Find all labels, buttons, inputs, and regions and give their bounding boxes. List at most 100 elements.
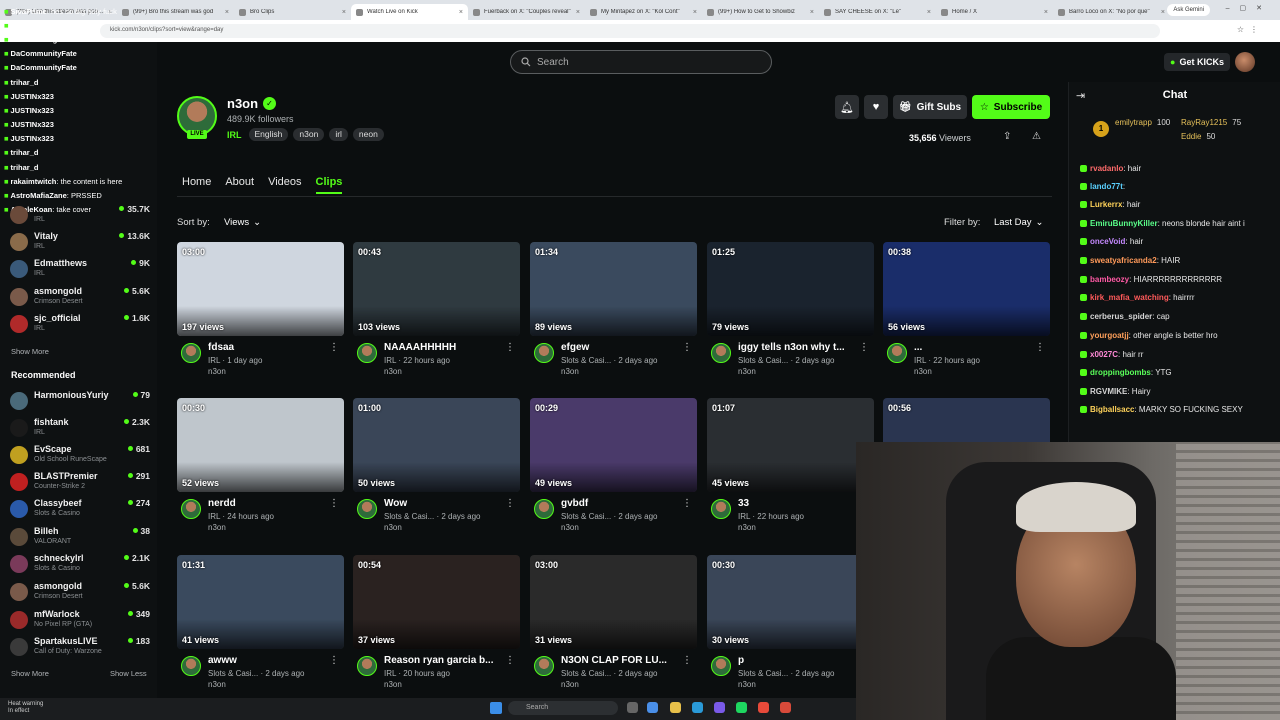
clip-card[interactable]: 01:34 89 views efgew Slots & Casi... · 2 da… bbox=[530, 242, 697, 392]
browser-toolbar-icons[interactable]: ☆⋮ bbox=[1237, 25, 1264, 34]
clip-card[interactable]: 00:43 103 views NAAAAHHHHH IRL · 22 hours a… bbox=[353, 242, 520, 392]
chat-username[interactable]: x0027C bbox=[1090, 350, 1118, 359]
tab-about[interactable]: About bbox=[225, 176, 254, 188]
close-tab-icon[interactable]: × bbox=[342, 9, 346, 16]
get-kicks-button[interactable]: ● Get KICKs bbox=[1164, 53, 1230, 71]
clip-thumbnail[interactable]: 00:54 37 views bbox=[353, 555, 520, 649]
gift-subs-button[interactable]: 🎁︎ Gift Subs bbox=[893, 95, 967, 119]
clip-channel-avatar[interactable] bbox=[357, 343, 377, 363]
clip-channel-name[interactable]: n3on bbox=[738, 523, 756, 532]
sidebar-channel-item[interactable]: SpartakusLIVE Call of Duty: Warzone 183 bbox=[10, 636, 152, 662]
sidebar-channel-item[interactable]: Edmatthews IRL 9K bbox=[10, 258, 152, 284]
subscribe-button[interactable]: ☆ Subscribe bbox=[972, 95, 1050, 119]
clip-thumbnail[interactable]: 01:34 89 views bbox=[530, 242, 697, 336]
clip-card[interactable]: 00:30 30 views p Slots & Casi... · 2 days a… bbox=[707, 555, 874, 705]
chat-username[interactable]: sweatyafricanda2 bbox=[1090, 256, 1157, 265]
clip-title[interactable]: gvbdf bbox=[561, 498, 679, 509]
taskbar-search[interactable]: Search bbox=[508, 701, 618, 715]
more-options-icon[interactable]: ⋮ bbox=[682, 498, 692, 509]
clip-thumbnail[interactable]: 00:43 103 views bbox=[353, 242, 520, 336]
clip-channel-avatar[interactable] bbox=[534, 656, 554, 676]
clip-card[interactable]: 01:0745 views33IRL · 22 hours agon3on⋮ bbox=[707, 398, 874, 548]
clip-thumbnail[interactable]: 01:07 45 views bbox=[707, 398, 874, 492]
more-options-icon[interactable]: ⋮ bbox=[505, 655, 515, 666]
sidebar-channel-item[interactable]: asmongold Crimson Desert 5.6K bbox=[10, 286, 152, 312]
clip-title[interactable]: Wow bbox=[384, 498, 502, 509]
clip-title[interactable]: 33 bbox=[738, 498, 856, 509]
chat-username[interactable]: RGVMIKE bbox=[1090, 387, 1127, 396]
clip-channel-avatar[interactable] bbox=[711, 656, 731, 676]
show-more-recommended-link[interactable]: Show More bbox=[11, 669, 49, 678]
clip-channel-name[interactable]: n3on bbox=[384, 680, 402, 689]
more-options-icon[interactable]: ⋮ bbox=[505, 498, 515, 509]
more-options-icon[interactable]: ⋮ bbox=[1035, 342, 1045, 353]
chat-username[interactable]: Bigballsacc bbox=[1090, 405, 1134, 414]
notification-bell-button[interactable]: 🔔︎ bbox=[835, 95, 859, 119]
window-controls[interactable]: –▢✕ bbox=[1226, 4, 1272, 12]
browser-tab[interactable]: Bro Clips × bbox=[234, 4, 351, 20]
clip-channel-name[interactable]: n3on bbox=[561, 680, 579, 689]
more-options-icon[interactable]: ⋮ bbox=[329, 498, 339, 509]
share-icon[interactable]: ⇪ bbox=[1003, 131, 1011, 142]
tag-pill[interactable]: neon bbox=[352, 128, 384, 141]
sidebar-channel-item[interactable]: Classybeef Slots & Casino 274 bbox=[10, 498, 152, 524]
clip-title[interactable]: awww bbox=[208, 655, 326, 666]
url-field[interactable]: kick.com/n3on/clips?sort=view&range=day bbox=[100, 24, 1160, 38]
more-options-icon[interactable]: ⋮ bbox=[859, 342, 869, 353]
chat-username[interactable]: onceVoid bbox=[1090, 237, 1125, 246]
clip-thumbnail[interactable]: 00:30 52 views bbox=[177, 398, 344, 492]
close-tab-icon[interactable]: × bbox=[693, 9, 697, 16]
task-view-icon[interactable] bbox=[627, 702, 638, 713]
clip-title[interactable]: fdsaa bbox=[208, 342, 326, 353]
clip-channel-avatar[interactable] bbox=[357, 656, 377, 676]
sidebar-channel-item[interactable]: IRL 35.7K bbox=[10, 204, 152, 230]
clip-title[interactable]: N3ON CLAP FOR LU... bbox=[561, 655, 679, 666]
clip-thumbnail[interactable]: 00:38 56 views bbox=[883, 242, 1050, 336]
clip-card[interactable]: 01:25 79 views iggy tells n3on why t... Slo… bbox=[707, 242, 874, 392]
chat-username[interactable]: EmiruBunnyKiller bbox=[1090, 219, 1158, 228]
browser-tab[interactable]: Barro Loco on X: "No por que" × bbox=[1053, 4, 1170, 20]
sidebar-channel-item[interactable]: schneckylrl Slots & Casino 2.1K bbox=[10, 553, 152, 579]
chat-username[interactable]: yourgoatjj bbox=[1090, 331, 1129, 340]
clip-channel-name[interactable]: n3on bbox=[208, 680, 226, 689]
user-avatar[interactable] bbox=[1235, 52, 1255, 72]
clip-card[interactable]: 01:31 41 views awww Slots & Casi... · 2 day… bbox=[177, 555, 344, 705]
ask-gemini-button[interactable]: Ask Gemini bbox=[1167, 4, 1210, 16]
app-icon[interactable] bbox=[647, 702, 658, 713]
clip-thumbnail[interactable]: 01:25 79 views bbox=[707, 242, 874, 336]
chat-username[interactable]: rvadanlo bbox=[1090, 164, 1123, 173]
clip-channel-avatar[interactable] bbox=[534, 499, 554, 519]
sidebar-channel-item[interactable]: HarmoniousYuriy 79 bbox=[10, 390, 152, 416]
clip-thumbnail[interactable]: 03:00 31 views bbox=[530, 555, 697, 649]
clip-card[interactable]: 01:00 50 views Wow Slots & Casi... · 2 days… bbox=[353, 398, 520, 548]
close-tab-icon[interactable]: × bbox=[1161, 9, 1165, 16]
chat-username[interactable]: bambeozy bbox=[1090, 275, 1129, 284]
show-less-link[interactable]: Show Less bbox=[110, 669, 147, 678]
clip-channel-name[interactable]: n3on bbox=[384, 523, 402, 532]
tag-pill[interactable]: irl bbox=[329, 128, 348, 141]
close-tab-icon[interactable]: × bbox=[459, 9, 463, 16]
sidebar-channel-item[interactable]: Vitaly IRL 13.6K bbox=[10, 231, 152, 257]
clip-channel-name[interactable]: n3on bbox=[384, 367, 402, 376]
clip-card[interactable]: 03:00 31 views N3ON CLAP FOR LU... Slots & … bbox=[530, 555, 697, 705]
clip-thumbnail[interactable]: 00:30 30 views bbox=[707, 555, 874, 649]
edge-icon[interactable] bbox=[692, 702, 703, 713]
sidebar-channel-item[interactable]: asmongold Crimson Desert 5.6K bbox=[10, 581, 152, 607]
clip-channel-name[interactable]: n3on bbox=[738, 680, 756, 689]
browser-tab[interactable]: Watch Live on Kick × bbox=[351, 4, 468, 20]
clip-title[interactable]: Reason ryan garcia b... bbox=[384, 655, 502, 666]
clip-channel-avatar[interactable] bbox=[711, 499, 731, 519]
report-icon[interactable]: ⚠ bbox=[1032, 131, 1041, 142]
clip-channel-avatar[interactable] bbox=[887, 343, 907, 363]
chrome-icon[interactable] bbox=[758, 702, 769, 713]
channel-category[interactable]: IRL bbox=[227, 130, 242, 140]
close-tab-icon[interactable]: × bbox=[1044, 9, 1048, 16]
close-tab-icon[interactable]: × bbox=[225, 9, 229, 16]
browser-tab[interactable]: SAY CHEESE on X: "Le" × bbox=[819, 4, 936, 20]
clip-channel-avatar[interactable] bbox=[534, 343, 554, 363]
browser-tab[interactable]: (99+) How to Get to Showbiz × bbox=[702, 4, 819, 20]
clip-title[interactable]: ... bbox=[914, 342, 1032, 353]
sidebar-channel-item[interactable]: EvScape Old School RuneScape 681 bbox=[10, 444, 152, 470]
tab-videos[interactable]: Videos bbox=[268, 176, 301, 188]
close-tab-icon[interactable]: × bbox=[927, 9, 931, 16]
